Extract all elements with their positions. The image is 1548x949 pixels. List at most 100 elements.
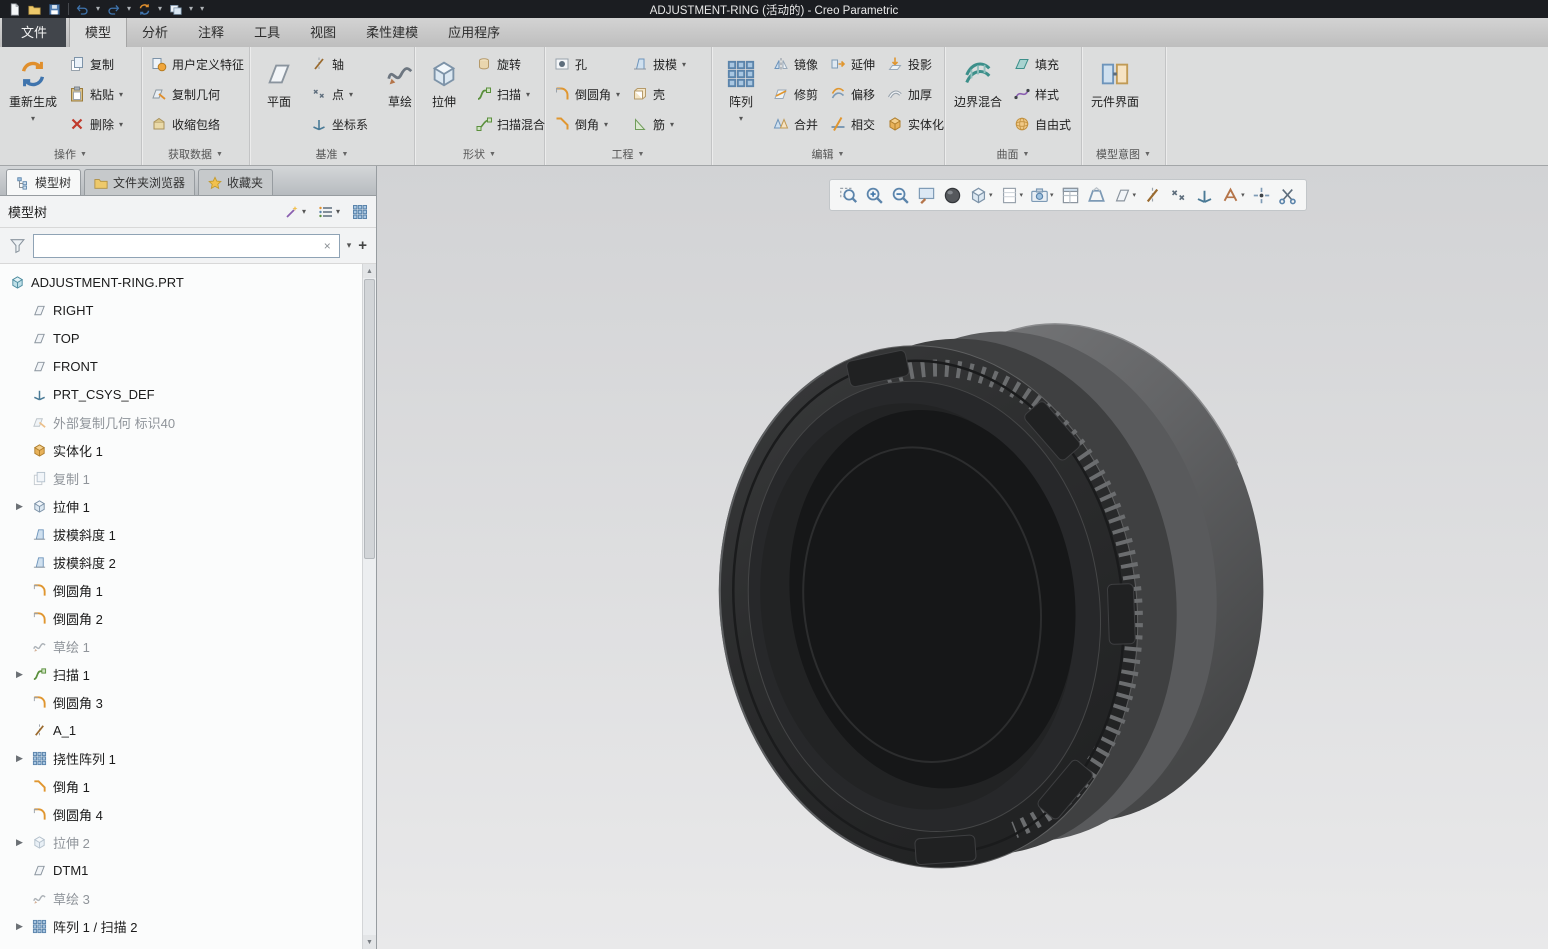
tab-model[interactable]: 模型 <box>69 16 127 47</box>
delete-dropdown[interactable]: ▾ <box>119 120 123 129</box>
tab-file[interactable]: 文件 <box>2 16 66 47</box>
tree-display-options-button[interactable]: ▾ <box>284 204 306 220</box>
tree-item-copy[interactable]: 复制 1 <box>0 464 362 492</box>
group-label-surfaces[interactable]: 曲面 ▼ <box>945 143 1081 165</box>
expand-icon[interactable]: ▶ <box>16 501 26 512</box>
mirror-button[interactable]: 镜像 <box>767 49 824 79</box>
tree-item-datum-plane[interactable]: DTM1 <box>0 856 362 884</box>
tree-item-extrude[interactable]: ▶ 拉伸 2 <box>0 828 362 856</box>
tree-item-datum-plane[interactable]: TOP <box>0 324 362 352</box>
freestyle-button[interactable]: 自由式 <box>1008 109 1077 139</box>
revolve-button[interactable]: 旋转 <box>470 49 551 79</box>
tree-item-axis[interactable]: A_1 <box>0 716 362 744</box>
tab-flexible-modeling[interactable]: 柔性建模 <box>351 16 433 47</box>
open-file-icon[interactable] <box>28 3 41 16</box>
navigator-tab-folder-browser[interactable]: 文件夹浏览器 <box>84 169 195 195</box>
shell-button[interactable]: 壳 <box>626 79 692 109</box>
tree-item-external-copy-geometry[interactable]: 外部复制几何 标识40 <box>0 408 362 436</box>
trim-button[interactable]: 修剪 <box>767 79 824 109</box>
sweep-dropdown[interactable]: ▾ <box>526 90 530 99</box>
csys-display-button[interactable] <box>1195 186 1214 205</box>
spin-center-button[interactable] <box>1252 186 1271 205</box>
expand-icon[interactable]: ▶ <box>16 669 26 680</box>
tree-item-round[interactable]: 倒圆角 4 <box>0 800 362 828</box>
scroll-down-icon[interactable]: ▼ <box>363 935 376 949</box>
graphics-area[interactable]: ▾ ▾ ▾ ▾ ▾ <box>377 166 1548 949</box>
tree-item-sketch[interactable]: 草绘 1 <box>0 632 362 660</box>
group-label-editing[interactable]: 编辑 ▼ <box>712 143 944 165</box>
redo-dropdown-icon[interactable]: ▾ <box>127 5 131 13</box>
tree-item-pattern-sweep[interactable]: ▶ 阵列 1 / 扫描 2 <box>0 912 362 940</box>
draft-dropdown[interactable]: ▾ <box>682 60 686 69</box>
tab-annotate[interactable]: 注释 <box>183 16 239 47</box>
filter-funnel-icon[interactable] <box>9 237 26 254</box>
tree-item-flexible-pattern[interactable]: ▶ 挠性阵列 1 <box>0 744 362 772</box>
navigator-tab-model-tree[interactable]: 模型树 <box>6 169 81 195</box>
intersect-button[interactable]: 相交 <box>824 109 881 139</box>
udf-button[interactable]: 用户定义特征 <box>145 49 250 79</box>
zoom-out-button[interactable] <box>891 186 910 205</box>
tree-item-draft[interactable]: 拔模斜度 2 <box>0 548 362 576</box>
scroll-up-icon[interactable]: ▲ <box>363 264 376 278</box>
refit-button[interactable] <box>839 186 858 205</box>
expand-icon[interactable]: ▶ <box>16 837 26 848</box>
search-options-dropdown-icon[interactable]: ▾ <box>347 240 352 251</box>
fill-button[interactable]: 填充 <box>1008 49 1077 79</box>
point-button[interactable]: 点 ▾ <box>305 79 374 109</box>
tree-item-solidify[interactable]: 实体化 1 <box>0 436 362 464</box>
regenerate-split-dropdown[interactable]: ▾ <box>31 114 35 123</box>
extend-button[interactable]: 延伸 <box>824 49 881 79</box>
offset-button[interactable]: 偏移 <box>824 79 881 109</box>
tree-item-chamfer[interactable]: 倒角 1 <box>0 772 362 800</box>
point-display-button[interactable] <box>1169 186 1188 205</box>
perspective-button[interactable] <box>1087 186 1106 205</box>
paste-button[interactable]: 粘贴 ▾ <box>63 79 129 109</box>
tree-item-sketch[interactable]: 草绘 3 <box>0 884 362 912</box>
group-label-datum[interactable]: 基准 ▼ <box>250 143 414 165</box>
tree-item-part[interactable]: ADJUSTMENT-RING.PRT <box>0 268 362 296</box>
boundary-blend-button[interactable]: 边界混合 <box>948 47 1008 110</box>
delete-button[interactable]: 删除 ▾ <box>63 109 129 139</box>
shading-button[interactable] <box>943 186 962 205</box>
thicken-button[interactable]: 加厚 <box>881 79 950 109</box>
windows-icon[interactable] <box>169 3 182 16</box>
tree-item-extrude[interactable]: ▶ 拉伸 1 <box>0 492 362 520</box>
clip-tools-button[interactable] <box>1278 186 1297 205</box>
sweep-button[interactable]: 扫描 ▾ <box>470 79 551 109</box>
tab-analysis[interactable]: 分析 <box>127 16 183 47</box>
axis-display-button[interactable] <box>1143 186 1162 205</box>
copy-button[interactable]: 复制 <box>63 49 129 79</box>
shrinkwrap-button[interactable]: 收缩包络 <box>145 109 250 139</box>
axis-button[interactable]: 轴 <box>305 49 374 79</box>
tree-item-datum-plane[interactable]: FRONT <box>0 352 362 380</box>
round-dropdown[interactable]: ▾ <box>616 90 620 99</box>
tree-item-csys[interactable]: PRT_CSYS_DEF <box>0 380 362 408</box>
group-label-get-data[interactable]: 获取数据 ▼ <box>142 143 249 165</box>
tree-item-datum-plane[interactable]: RIGHT <box>0 296 362 324</box>
tree-item-round[interactable]: 倒圆角 2 <box>0 604 362 632</box>
add-filter-icon[interactable]: + <box>358 237 367 254</box>
chamfer-dropdown[interactable]: ▾ <box>604 120 608 129</box>
navigator-tab-favorites[interactable]: 收藏夹 <box>198 169 273 195</box>
plane-display-button[interactable]: ▾ <box>1113 186 1137 205</box>
solidify-button[interactable]: 实体化 <box>881 109 950 139</box>
tree-item-round[interactable]: 倒圆角 3 <box>0 688 362 716</box>
windows-dropdown-icon[interactable]: ▾ <box>189 5 193 13</box>
tree-search-input[interactable] <box>40 239 322 253</box>
swept-blend-button[interactable]: 扫描混合 <box>470 109 551 139</box>
tree-item-sweep[interactable]: ▶ 扫描 1 <box>0 660 362 688</box>
csys-button[interactable]: 坐标系 <box>305 109 374 139</box>
style-button[interactable]: 样式 <box>1008 79 1077 109</box>
redo-icon[interactable] <box>107 3 120 16</box>
undo-icon[interactable] <box>76 3 89 16</box>
expand-icon[interactable]: ▶ <box>16 753 26 764</box>
point-dropdown[interactable]: ▾ <box>349 90 353 99</box>
project-button[interactable]: 投影 <box>881 49 950 79</box>
new-file-icon[interactable] <box>8 3 21 16</box>
plane-button[interactable]: 平面 <box>253 47 305 110</box>
tab-applications[interactable]: 应用程序 <box>433 16 515 47</box>
paste-dropdown[interactable]: ▾ <box>119 90 123 99</box>
regenerate-button[interactable]: 重新生成 ▾ <box>3 47 63 123</box>
clear-search-icon[interactable]: × <box>322 239 333 253</box>
tree-item-round[interactable]: 倒圆角 1 <box>0 576 362 604</box>
